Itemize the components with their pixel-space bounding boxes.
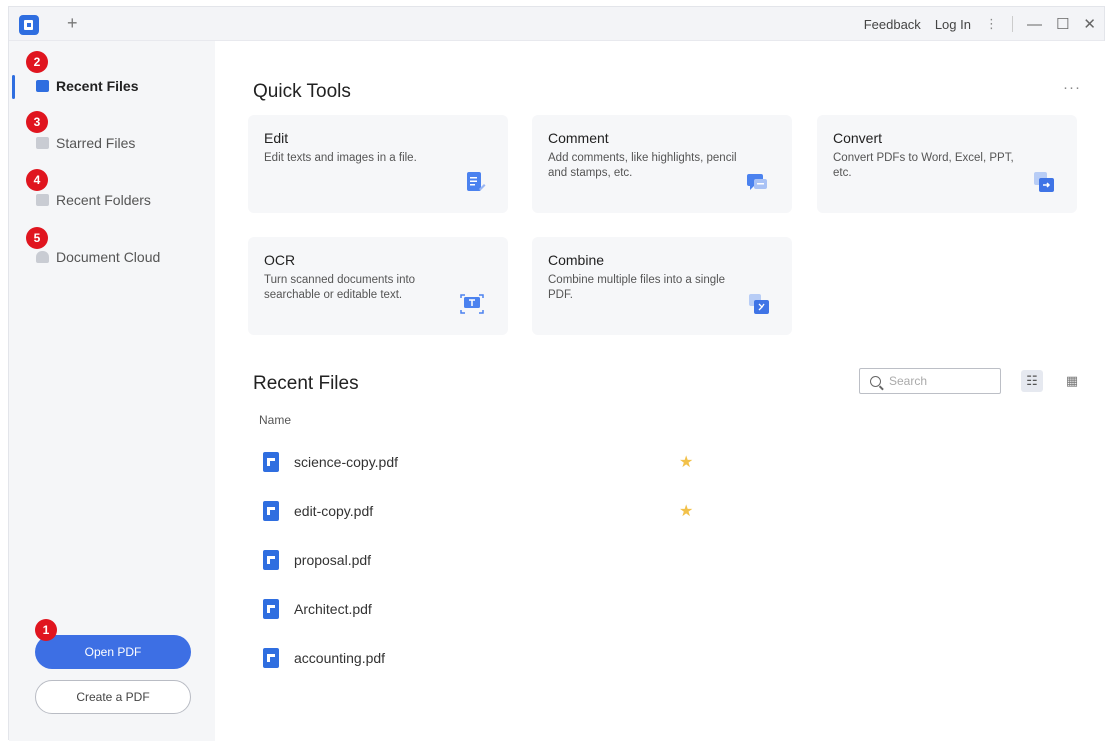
annotation-badge-2: 2 (26, 51, 48, 73)
convert-icon (1034, 172, 1054, 192)
search-input[interactable] (889, 374, 989, 388)
card-title: Convert (833, 130, 883, 146)
pdf-file-icon (263, 599, 279, 619)
title-bar-controls: Feedback Log In ⋮ — ☐ ✕ (850, 7, 1096, 41)
card-description: Convert PDFs to Word, Excel, PPT, etc. (833, 152, 1014, 179)
app-window: + Feedback Log In ⋮ — ☐ ✕ 2 Recent Files… (8, 6, 1105, 741)
tool-card-ocr[interactable]: OCR Turn scanned documents into searchab… (248, 237, 508, 335)
recent-files-title: Recent Files (253, 373, 359, 394)
pdf-file-icon (263, 452, 279, 472)
sidebar-item-label: Starred Files (56, 135, 136, 151)
pdf-file-icon (263, 550, 279, 570)
sidebar-item-recent-files[interactable]: Recent Files (9, 68, 215, 104)
edit-icon (467, 172, 486, 191)
minimize-button[interactable]: — (1027, 16, 1042, 33)
title-bar-divider (1011, 16, 1013, 32)
star-icon[interactable]: ★ (679, 501, 693, 521)
file-row[interactable]: accounting.pdf (255, 638, 1055, 678)
ocr-icon (460, 294, 484, 314)
app-logo-icon[interactable] (19, 15, 39, 35)
card-description: Combine multiple files into a single PDF… (548, 274, 726, 301)
tool-card-convert[interactable]: Convert Convert PDFs to Word, Excel, PPT… (817, 115, 1077, 213)
search-icon (870, 375, 881, 387)
file-row[interactable]: proposal.pdf (255, 540, 1055, 580)
tool-card-edit[interactable]: Edit Edit texts and images in a file. (248, 115, 508, 213)
card-title: Edit (264, 130, 289, 146)
file-row[interactable]: science-copy.pdf ★ (255, 442, 1055, 482)
card-description: Edit texts and images in a file. (264, 152, 417, 164)
search-box[interactable] (859, 368, 1001, 394)
pdf-file-icon (263, 648, 279, 668)
file-row[interactable]: Architect.pdf (255, 589, 1055, 629)
comment-icon (747, 174, 767, 190)
new-tab-button[interactable]: + (67, 13, 78, 33)
card-title: Comment (548, 130, 609, 146)
annotation-badge-4: 4 (26, 169, 48, 191)
title-bar: + Feedback Log In ⋮ — ☐ ✕ (9, 7, 1104, 41)
more-menu-icon[interactable]: ⋮ (985, 16, 998, 32)
close-button[interactable]: ✕ (1083, 15, 1096, 33)
more-options-icon[interactable]: ··· (1063, 79, 1081, 96)
sidebar-item-label: Recent Folders (56, 192, 151, 208)
sidebar-item-label: Document Cloud (56, 249, 161, 265)
maximize-button[interactable]: ☐ (1056, 15, 1069, 33)
annotation-badge-1: 1 (35, 619, 57, 641)
main-content: Quick Tools ··· Edit Edit texts and imag… (215, 41, 1105, 741)
cloud-icon (36, 251, 49, 263)
folder-icon (36, 194, 49, 206)
file-name: proposal.pdf (294, 552, 372, 568)
feedback-link[interactable]: Feedback (864, 17, 921, 32)
column-header-name[interactable]: Name (259, 413, 291, 427)
star-folder-icon (36, 137, 49, 149)
file-row[interactable]: edit-copy.pdf ★ (255, 491, 1055, 531)
combine-icon (749, 294, 769, 314)
file-name: science-copy.pdf (294, 454, 399, 470)
file-name: accounting.pdf (294, 650, 386, 666)
card-description: Turn scanned documents into searchable o… (264, 274, 416, 301)
create-pdf-button[interactable]: Create a PDF (35, 680, 191, 714)
sidebar: 2 Recent Files 3 Starred Files 4 Recent … (9, 41, 215, 741)
file-name: Architect.pdf (294, 601, 372, 617)
list-view-icon[interactable]: ☷ (1021, 370, 1043, 392)
grid-view-icon[interactable]: ▦ (1061, 370, 1083, 392)
annotation-badge-5: 5 (26, 227, 48, 249)
active-indicator (12, 75, 15, 99)
pdf-file-icon (263, 501, 279, 521)
recent-files-icon (36, 80, 49, 92)
card-title: OCR (264, 252, 296, 268)
star-icon[interactable]: ★ (679, 452, 693, 472)
login-link[interactable]: Log In (935, 17, 971, 32)
file-name: edit-copy.pdf (294, 503, 374, 519)
card-title: Combine (548, 252, 605, 268)
annotation-badge-3: 3 (26, 111, 48, 133)
tool-card-comment[interactable]: Comment Add comments, like highlights, p… (532, 115, 792, 213)
card-description: Add comments, like highlights, pencil an… (548, 152, 737, 179)
sidebar-item-label: Recent Files (56, 78, 139, 94)
quick-tools-title: Quick Tools (253, 81, 351, 102)
open-pdf-button[interactable]: Open PDF (35, 635, 191, 669)
tool-card-combine[interactable]: Combine Combine multiple files into a si… (532, 237, 792, 335)
